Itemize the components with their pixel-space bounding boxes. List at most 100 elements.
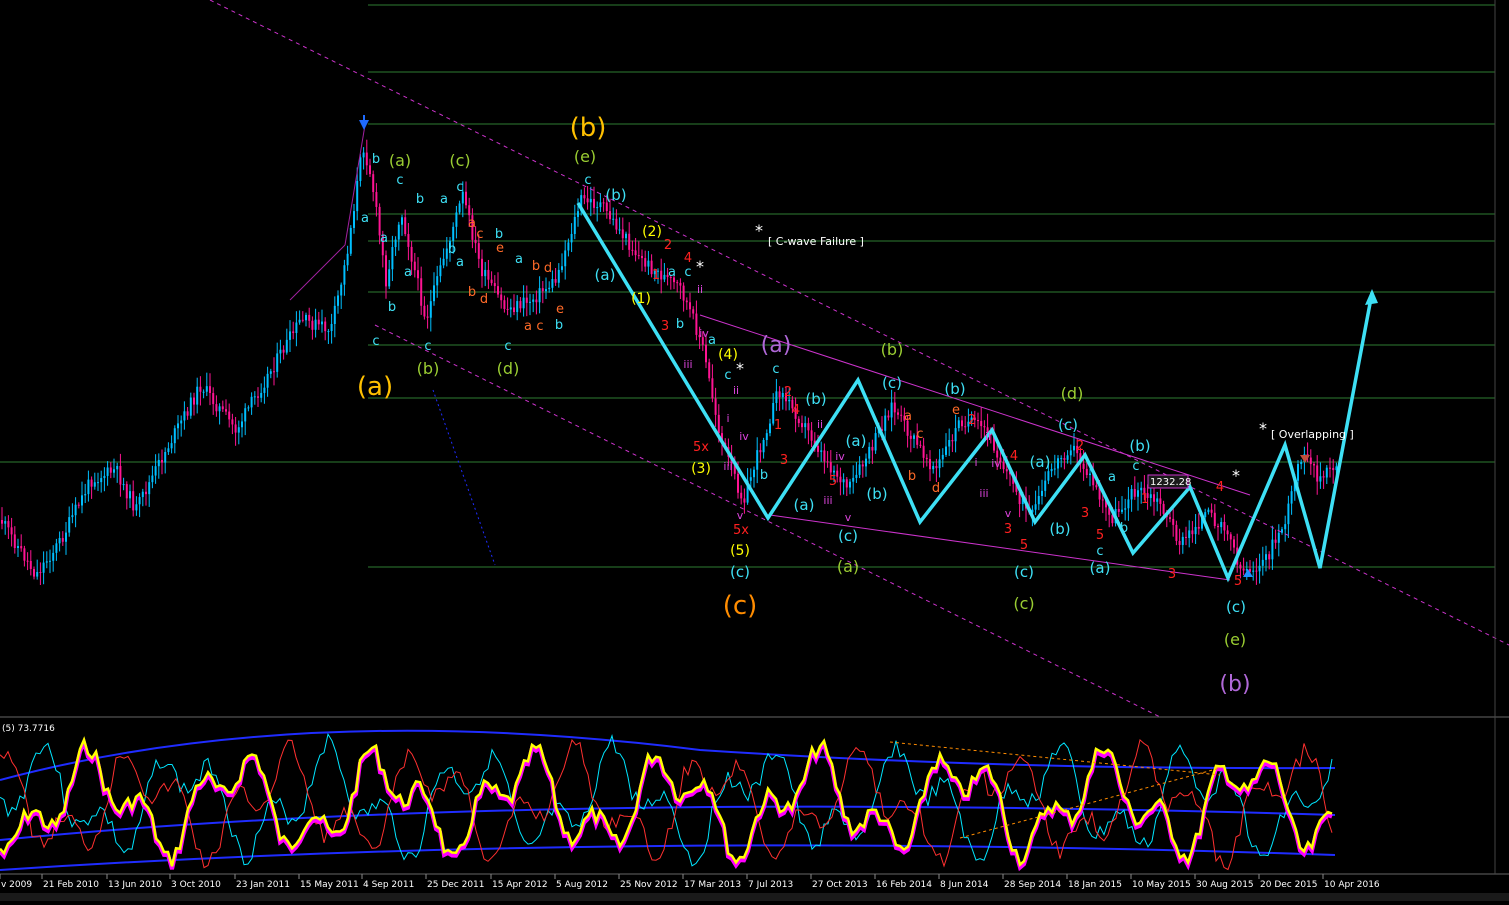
wave-label: (a) bbox=[1090, 559, 1111, 577]
candle-body bbox=[884, 415, 887, 431]
candle-body bbox=[109, 467, 112, 473]
candle-body bbox=[1316, 465, 1319, 482]
candle-body bbox=[349, 227, 352, 254]
candle-body bbox=[269, 371, 272, 374]
candle-body bbox=[637, 255, 640, 257]
candle-body bbox=[609, 211, 611, 220]
candle-body bbox=[1178, 540, 1181, 545]
candle-body bbox=[132, 491, 135, 511]
wave-label: iv bbox=[739, 430, 749, 443]
candle-body bbox=[1297, 464, 1299, 481]
candle-body bbox=[215, 404, 218, 412]
candle-body bbox=[33, 568, 35, 577]
candle-body bbox=[375, 192, 378, 207]
candle-body bbox=[951, 440, 954, 442]
candle-body bbox=[433, 285, 435, 302]
wave-label: b bbox=[532, 259, 540, 274]
wave-label: 3 bbox=[780, 453, 788, 468]
candle-body bbox=[759, 450, 762, 453]
candle-body bbox=[535, 299, 538, 303]
candle-body bbox=[161, 459, 163, 463]
candle-body bbox=[292, 331, 295, 334]
chart-window[interactable]: (a) (b) (c) (a) (b) (e) (a) (c) (b) (d) (b) (d) (a) (… bbox=[0, 0, 1509, 901]
candle-body bbox=[858, 464, 861, 475]
wave-label: 2 bbox=[784, 385, 792, 400]
candle-body bbox=[513, 307, 515, 313]
wave-label: 3 bbox=[1168, 567, 1176, 582]
wave-label: iii bbox=[979, 487, 988, 500]
wave-label: 5x bbox=[733, 523, 749, 538]
candle-body bbox=[4, 521, 7, 524]
candle-body bbox=[1069, 450, 1072, 456]
candle-body bbox=[186, 411, 189, 416]
wave-label: c bbox=[456, 180, 463, 195]
candle-body bbox=[135, 504, 138, 511]
candle-body bbox=[468, 205, 471, 216]
candle-body bbox=[845, 479, 848, 488]
candle-body bbox=[500, 294, 503, 301]
candle-body bbox=[1057, 458, 1059, 469]
candle-body bbox=[148, 482, 151, 495]
candle-body bbox=[55, 543, 58, 553]
candle-body bbox=[778, 391, 781, 398]
candle-body bbox=[692, 309, 695, 314]
candle-body bbox=[1281, 529, 1283, 533]
wave-label: (a) bbox=[846, 432, 867, 450]
candle-body bbox=[1242, 568, 1245, 571]
candle-body bbox=[138, 497, 141, 505]
candle-body bbox=[1140, 487, 1143, 491]
candle-body bbox=[682, 285, 685, 301]
wave-label: b bbox=[908, 469, 916, 484]
candle-body bbox=[225, 409, 227, 412]
candle-body bbox=[1239, 564, 1242, 569]
candle-body bbox=[26, 560, 29, 562]
candle-body bbox=[100, 478, 103, 483]
candle-body bbox=[1194, 526, 1197, 535]
candle-body bbox=[1085, 468, 1088, 475]
candle-body bbox=[180, 420, 183, 424]
candle-body bbox=[202, 391, 205, 393]
wave-label: (c) bbox=[1058, 416, 1078, 434]
x-axis-label: 23 Jan 2011 bbox=[236, 880, 290, 890]
candle-body bbox=[17, 546, 19, 549]
candle-body bbox=[397, 224, 400, 240]
candle-body bbox=[893, 402, 896, 413]
candle-body bbox=[1137, 490, 1139, 497]
candle-body bbox=[1300, 462, 1303, 465]
x-axis-label: 10 May 2015 bbox=[1132, 880, 1191, 890]
x-axis-label: 13 Jun 2010 bbox=[108, 880, 162, 890]
candle-body bbox=[401, 217, 403, 225]
candle-body bbox=[945, 446, 947, 455]
candle-body bbox=[1229, 534, 1232, 540]
candle-body bbox=[913, 435, 915, 439]
candle-body bbox=[1332, 467, 1335, 471]
wave-label: a bbox=[404, 265, 412, 280]
candle-body bbox=[330, 323, 333, 332]
candle-body bbox=[455, 212, 458, 227]
candle-body bbox=[932, 466, 935, 470]
candle-body bbox=[516, 301, 519, 313]
candle-body bbox=[10, 527, 13, 535]
candle-body bbox=[1005, 469, 1008, 472]
x-axis-label: 10 Apr 2016 bbox=[1324, 880, 1380, 890]
candle-body bbox=[212, 393, 215, 405]
candle-body bbox=[929, 459, 931, 470]
candle-body bbox=[573, 216, 576, 234]
wave-label: v bbox=[1005, 507, 1012, 520]
candle-body bbox=[301, 319, 304, 321]
candle-body bbox=[663, 274, 666, 280]
candle-body bbox=[577, 211, 579, 217]
candle-body bbox=[193, 397, 195, 405]
candle-body bbox=[42, 562, 45, 573]
candle-body bbox=[228, 411, 231, 420]
candle-body bbox=[769, 423, 771, 434]
candle-body bbox=[141, 491, 144, 498]
candle-body bbox=[1210, 509, 1213, 513]
price-chart[interactable]: (a) (b) (c) (a) (b) (e) (a) (c) (b) (d) (b) (d) (a) (… bbox=[0, 0, 1509, 901]
wave-label: (e) bbox=[574, 147, 596, 166]
candle-body bbox=[941, 454, 944, 460]
candle-body bbox=[279, 349, 282, 354]
wave-label: 5 bbox=[829, 474, 837, 489]
candle-body bbox=[525, 297, 528, 303]
wave-label: 5 bbox=[1020, 538, 1028, 553]
